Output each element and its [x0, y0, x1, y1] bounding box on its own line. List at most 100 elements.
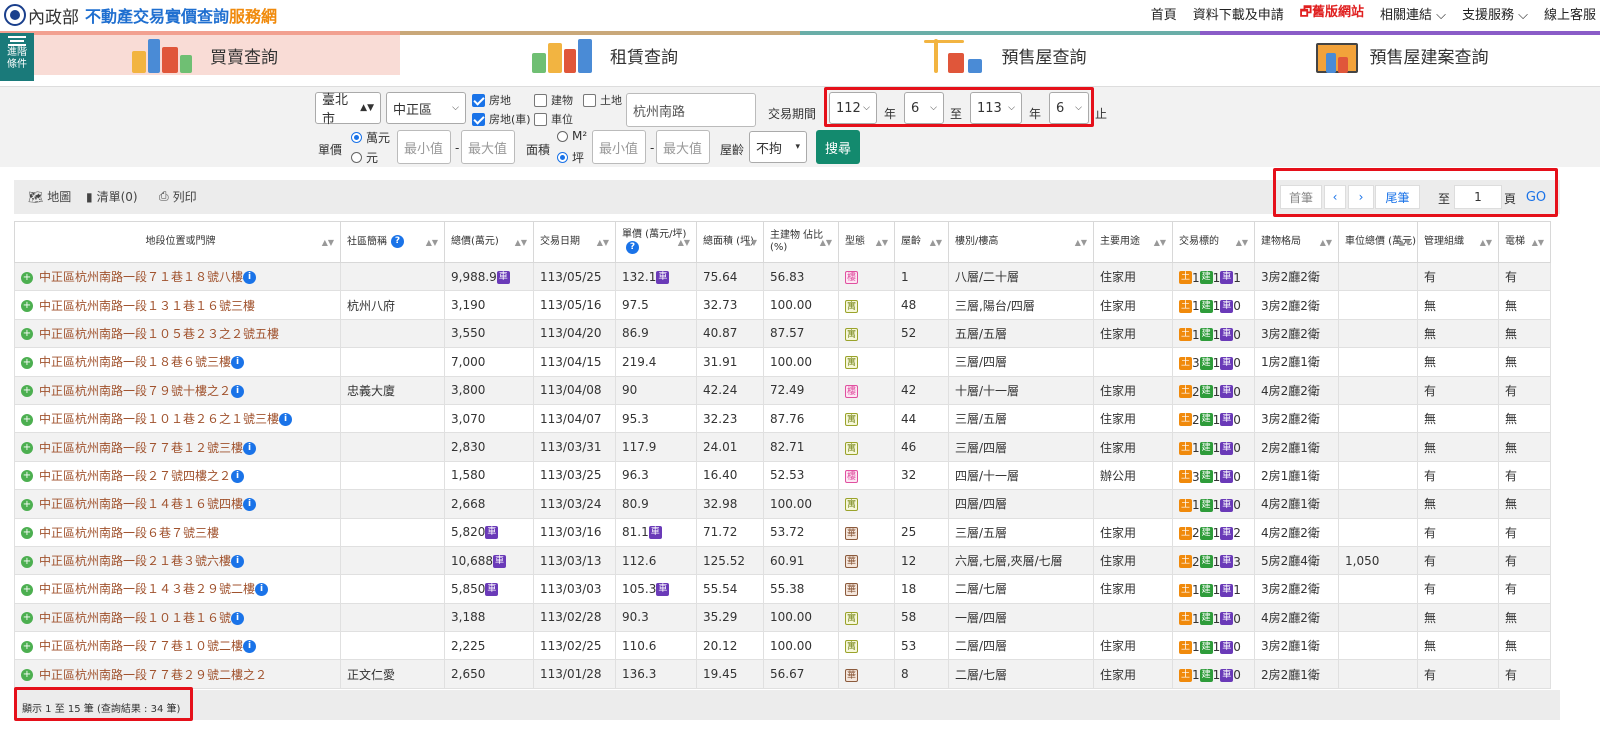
- nav-customer-service[interactable]: 線上客服: [1544, 4, 1596, 23]
- table-row[interactable]: + 中正區杭州南路一段２７號四樓之２ i 1,580 113/03/25 96.3 16.4…: [14, 460, 1551, 491]
- radio-wan[interactable]: 萬元: [351, 129, 390, 146]
- tab-sale[interactable]: 買賣查詢: [0, 31, 400, 75]
- nav-home[interactable]: 首頁: [1151, 4, 1177, 23]
- info-icon[interactable]: i: [231, 384, 245, 398]
- table-row[interactable]: + 中正區杭州南路一段２１巷３號六樓 i 10,688 車 113/03/13 112.6 1…: [14, 545, 1551, 576]
- checkbox-parking[interactable]: 車位: [534, 111, 573, 127]
- advanced-filter-button[interactable]: 進階 條件: [0, 33, 34, 81]
- nav-download[interactable]: 資料下載及申請: [1193, 4, 1284, 23]
- nav-old-site[interactable]: 🗗舊版網站: [1300, 1, 1364, 25]
- table-row[interactable]: + 中正區杭州南路一段１０１巷１６號 i 3,188 113/02/28 90.3 35.2…: [14, 602, 1551, 633]
- price-max-input[interactable]: 最大值: [461, 130, 515, 164]
- table-row[interactable]: + 中正區杭州南路一段１８巷６號三樓 i 7,000 113/04/15 219.4 31.…: [14, 347, 1551, 377]
- checkbox-land[interactable]: 房地: [472, 92, 511, 108]
- expand-icon[interactable]: +: [21, 470, 33, 483]
- info-icon[interactable]: i: [243, 498, 257, 512]
- sort-icon[interactable]: ▲▼: [1075, 237, 1087, 249]
- column-header[interactable]: 單價 (萬元/坪)? ▲▼: [615, 221, 697, 263]
- expand-icon[interactable]: +: [21, 555, 33, 568]
- column-header[interactable]: 交易標的 ▲▼: [1172, 221, 1255, 263]
- checkbox-land-car[interactable]: 房地(車): [472, 111, 531, 127]
- table-row[interactable]: + 中正區杭州南路一段７７巷１０號二樓 i 2,225 113/02/25 110.6 20…: [14, 631, 1551, 661]
- address-link[interactable]: 中正區杭州南路一段２１巷３號六樓: [39, 554, 231, 568]
- tab-presale-project[interactable]: 預售屋建案查詢: [1200, 31, 1600, 75]
- info-icon[interactable]: i: [243, 441, 257, 455]
- area-max-input[interactable]: 最大值: [656, 130, 710, 164]
- expand-icon[interactable]: +: [21, 527, 33, 540]
- sort-icon[interactable]: ▲▼: [678, 237, 690, 249]
- radio-ping[interactable]: 坪: [557, 149, 584, 166]
- nav-links[interactable]: 相關連結 ⌵: [1380, 4, 1446, 23]
- tab-presale[interactable]: 預售屋查詢: [800, 31, 1200, 75]
- column-header[interactable]: 社區簡稱? ▲▼: [340, 221, 445, 263]
- table-row[interactable]: + 中正區杭州南路一段７１巷１８號八樓 i 9,988.9 車 113/05/25 132.…: [14, 261, 1551, 292]
- sort-icon[interactable]: ▲▼: [1532, 237, 1544, 249]
- expand-icon[interactable]: +: [21, 300, 33, 313]
- age-select[interactable]: 不拘 ▾: [749, 131, 807, 163]
- checkbox-building[interactable]: 建物: [534, 92, 573, 108]
- table-row[interactable]: + 中正區杭州南路一段１４巷１６號四樓 i 2,668 113/03/24 80.9 32.…: [14, 489, 1551, 519]
- address-link[interactable]: 中正區杭州南路一段７７巷１０號二樓: [39, 639, 243, 653]
- column-header[interactable]: 主建物 佔比(%) ▲▼: [763, 221, 839, 263]
- expand-icon[interactable]: +: [21, 498, 33, 511]
- sort-icon[interactable]: ▲▼: [1236, 237, 1248, 249]
- expand-icon[interactable]: +: [21, 612, 33, 625]
- sort-icon[interactable]: ▲▼: [515, 237, 527, 249]
- info-icon[interactable]: i: [279, 413, 293, 427]
- info-icon[interactable]: i: [231, 469, 245, 483]
- column-header[interactable]: 主要用途 ▲▼: [1093, 221, 1173, 263]
- sort-icon[interactable]: ▲▼: [876, 237, 888, 249]
- column-header[interactable]: 樓別/樓高 ▲▼: [948, 221, 1094, 263]
- expand-icon[interactable]: +: [21, 413, 33, 426]
- column-header[interactable]: 交易日期 ▲▼: [533, 221, 616, 263]
- column-header[interactable]: 型態 ▲▼: [838, 221, 895, 263]
- expand-icon[interactable]: +: [21, 356, 33, 369]
- help-icon[interactable]: ?: [391, 235, 404, 249]
- sort-icon[interactable]: ▲▼: [426, 237, 438, 249]
- address-link[interactable]: 中正區杭州南路一段１４巷１６號四樓: [39, 497, 243, 511]
- radio-yuan[interactable]: 元: [351, 149, 378, 166]
- address-link[interactable]: 中正區杭州南路一段１０１巷１６號: [39, 611, 231, 625]
- address-link[interactable]: 中正區杭州南路一段７７巷２９號二樓之２: [39, 668, 267, 682]
- table-row[interactable]: + 中正區杭州南路一段１４３巷２９號二樓 i 5,850 車 113/03/03 105.3…: [14, 574, 1551, 604]
- column-header[interactable]: 總價(萬元) ▲▼: [444, 221, 534, 263]
- expand-icon[interactable]: +: [21, 328, 33, 341]
- nav-support[interactable]: 支援服務 ⌵: [1462, 4, 1528, 23]
- address-link[interactable]: 中正區杭州南路一段１３１巷１６號三樓: [39, 299, 255, 313]
- table-row[interactable]: + 中正區杭州南路一段７７巷２９號二樓之２ 正文仁愛 2,650 113/01/28 13…: [14, 659, 1551, 689]
- sort-icon[interactable]: ▲▼: [322, 237, 334, 249]
- column-header[interactable]: 建物格局 ▲▼: [1254, 221, 1339, 263]
- table-row[interactable]: + 中正區杭州南路一段１３１巷１６號三樓 杭州八府 3,190 113/05/16 97.…: [14, 290, 1551, 320]
- address-link[interactable]: 中正區杭州南路一段７７巷１２號三樓: [39, 441, 243, 455]
- expand-icon[interactable]: +: [21, 669, 33, 682]
- list-button[interactable]: ▮ 清單(0): [86, 188, 138, 205]
- table-row[interactable]: + 中正區杭州南路一段７７巷１２號三樓 i 2,830 113/03/31 117.9 24…: [14, 432, 1551, 462]
- column-header[interactable]: 屋齡 ▲▼: [894, 221, 949, 263]
- info-icon[interactable]: i: [243, 271, 257, 285]
- checkbox-soil[interactable]: 土地: [583, 92, 622, 108]
- sort-icon[interactable]: ▲▼: [597, 237, 609, 249]
- column-header[interactable]: 車位總價 (萬元) ▲▼: [1338, 221, 1418, 263]
- price-min-input[interactable]: 最小值: [397, 130, 451, 164]
- sort-icon[interactable]: ▲▼: [1399, 237, 1411, 249]
- table-row[interactable]: + 中正區杭州南路一段６巷７號三樓 5,820 車 113/03/16 81.1 車 71.7…: [14, 517, 1551, 547]
- info-icon[interactable]: i: [231, 555, 245, 569]
- address-link[interactable]: 中正區杭州南路一段７１巷１８號八樓: [39, 270, 243, 284]
- sort-icon[interactable]: ▲▼: [1480, 237, 1492, 249]
- tab-rent[interactable]: 租賃查詢: [400, 31, 800, 75]
- radio-m2[interactable]: M²: [557, 129, 587, 143]
- sort-icon[interactable]: ▲▼: [820, 237, 832, 249]
- area-min-input[interactable]: 最小值: [592, 130, 646, 164]
- info-icon[interactable]: i: [231, 611, 245, 625]
- city-select[interactable]: 臺北市 ▲▼: [315, 92, 381, 127]
- table-row[interactable]: + 中正區杭州南路一段７９號十樓之２ i 忠義大廈 3,800 113/04/08 90 42…: [14, 375, 1551, 405]
- expand-icon[interactable]: +: [21, 385, 33, 398]
- info-icon[interactable]: i: [243, 640, 257, 654]
- address-link[interactable]: 中正區杭州南路一段１０５巷２３之２號五樓: [39, 327, 279, 341]
- address-link[interactable]: 中正區杭州南路一段１４３巷２９號二樓: [39, 582, 255, 596]
- district-select[interactable]: 中正區 ⌵: [386, 92, 466, 124]
- expand-icon[interactable]: +: [21, 583, 33, 596]
- sort-icon[interactable]: ▲▼: [930, 237, 942, 249]
- map-button[interactable]: 🗺 地圖: [28, 188, 71, 205]
- expand-icon[interactable]: +: [21, 271, 33, 284]
